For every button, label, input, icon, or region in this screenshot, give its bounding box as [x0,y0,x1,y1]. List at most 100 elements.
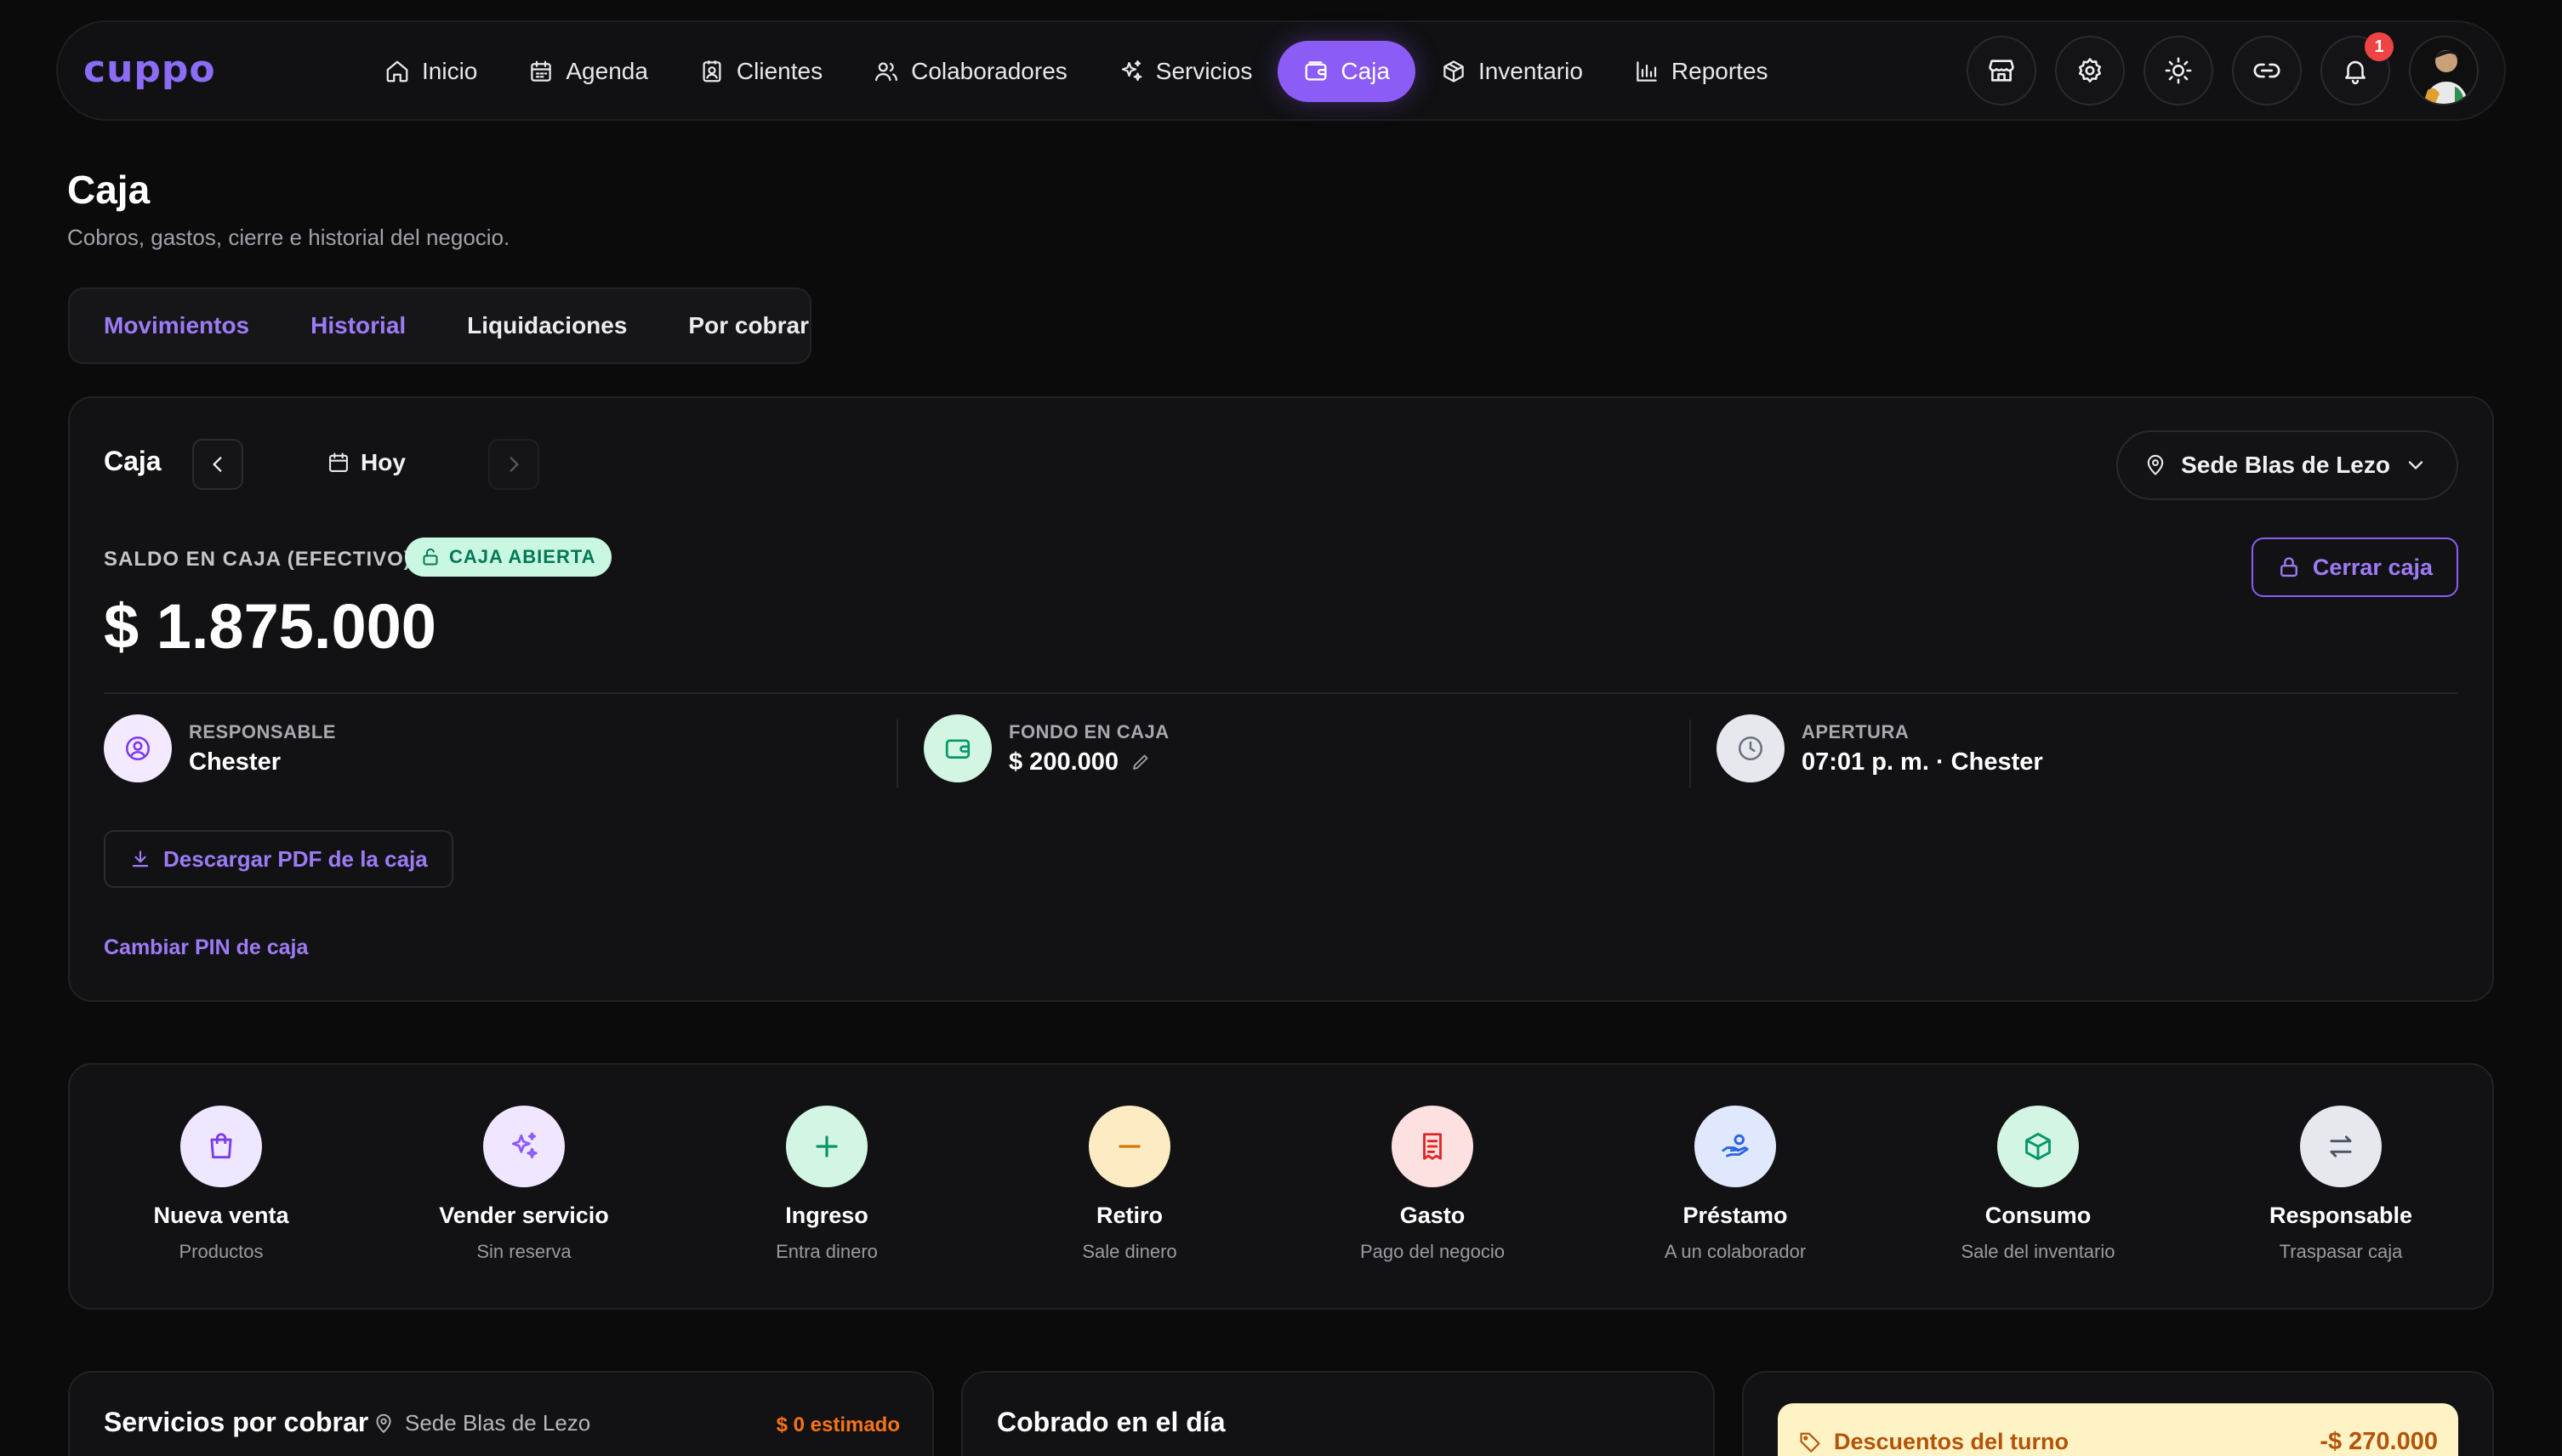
brand-logo[interactable]: cuppo [83,48,216,91]
lock-icon [2277,555,2301,579]
sede-label: Sede Blas de Lezo [2181,452,2390,478]
nav-item-inventario[interactable]: Inventario [1415,41,1608,102]
download-pdf-button[interactable]: Descargar PDF de la caja [104,830,453,888]
apertura-value: 07:01 p. m. · Chester [1802,748,2043,776]
nav-item-reportes[interactable]: Reportes [1608,41,1794,102]
nav-item-label: Reportes [1671,58,1768,84]
plus-icon [786,1106,868,1187]
tab-historial[interactable]: Historial [280,312,436,339]
fondo-info: FONDO EN CAJA $ 200.000 [924,714,1170,782]
date-selector[interactable]: Hoy [327,449,406,476]
action-subtitle: Sin reserva [476,1241,572,1262]
nav-item-colaboradores[interactable]: Colaboradores [848,41,1093,102]
caja-tabs: Movimientos Historial Liquidaciones Por … [68,287,811,364]
action-ingreso[interactable]: Ingreso Entra dinero [675,1065,978,1308]
bell-icon [2341,56,2370,85]
bar-chart-icon [1634,59,1660,84]
action-gasto[interactable]: Gasto Pago del negocio [1281,1065,1584,1308]
nav-item-inicio[interactable]: Inicio [359,41,503,102]
action-title: Préstamo [1682,1203,1788,1228]
store-button[interactable] [1967,36,2036,105]
action-subtitle: Pago del negocio [1359,1241,1506,1262]
caja-status-badge: CAJA ABIERTA [405,537,612,577]
download-pdf-label: Descargar PDF de la caja [163,845,428,872]
top-navbar: cuppo Inicio Agenda Clientes Colaborador… [56,20,2506,121]
action-vender-servicio[interactable]: Vender servicio Sin reserva [373,1065,675,1308]
contact-icon [699,59,725,84]
action-title: Retiro [1096,1203,1163,1228]
apertura-label: APERTURA [1802,720,1910,742]
link-button[interactable] [2232,36,2302,105]
nav-item-servicios[interactable]: Servicios [1093,41,1278,102]
nav-item-agenda[interactable]: Agenda [503,41,674,102]
action-subtitle: Traspasar caja [2279,1241,2403,1262]
nav-item-clientes[interactable]: Clientes [674,41,848,102]
gear-icon [2075,56,2104,85]
responsable-info: RESPONSABLE Chester [104,714,336,782]
action-title: Nueva venta [153,1203,289,1228]
main-nav: Inicio Agenda Clientes Colaboradores Ser… [359,41,1794,102]
user-avatar[interactable] [2409,36,2479,105]
pencil-icon[interactable] [1130,752,1151,772]
nav-item-label: Clientes [736,58,823,84]
tag-icon [1798,1430,1822,1453]
action-responsable[interactable]: Responsable Traspasar caja [2189,1065,2492,1308]
chevron-right-icon [503,453,525,475]
change-pin-link[interactable]: Cambiar PIN de caja [104,936,308,960]
previous-day-button[interactable] [192,439,243,490]
map-pin-icon [2144,453,2167,477]
action-subtitle: Entra dinero [776,1241,878,1262]
nav-item-label: Colaboradores [911,58,1068,84]
hand-coins-icon [1694,1106,1776,1187]
cobrado-title: Cobrado en el día [997,1407,1226,1437]
nav-item-label: Inicio [422,58,478,84]
servicios-sede-label: Sede Blas de Lezo [405,1410,591,1436]
descuentos-card: Descuentos del turno -$ 270.000 [1742,1371,2494,1456]
calendar-icon [528,59,554,84]
minus-icon [1089,1106,1170,1187]
user-circle-icon [104,714,172,782]
tab-liquidaciones[interactable]: Liquidaciones [436,312,658,339]
action-consumo[interactable]: Consumo Sale del inventario [1887,1065,2189,1308]
cerrar-caja-button[interactable]: Cerrar caja [2251,537,2458,597]
nav-item-caja[interactable]: Caja [1278,41,1415,102]
download-icon [129,848,151,870]
nav-item-label: Inventario [1477,58,1583,84]
saldo-amount: $ 1.875.000 [104,591,436,662]
action-retiro[interactable]: Retiro Sale dinero [978,1065,1281,1308]
descuentos-value: -$ 270.000 [2320,1427,2438,1455]
next-day-button[interactable] [488,439,539,490]
store-icon [1987,56,2016,85]
descuentos-label: Descuentos del turno [1834,1428,2070,1454]
settings-button[interactable] [2055,36,2125,105]
action-subtitle: A un colaborador [1664,1241,1807,1262]
apertura-info: APERTURA 07:01 p. m. · Chester [1717,714,2043,782]
tab-por-cobrar[interactable]: Por cobrar [658,312,840,339]
date-label: Hoy [361,449,406,475]
caja-summary-card: Caja Hoy Sede Blas de Lezo SALDO EN CAJA… [68,396,2494,1002]
receipt-icon [1392,1106,1473,1187]
action-title: Responsable [2269,1203,2413,1228]
action-title: Vender servicio [439,1203,609,1228]
cerrar-caja-label: Cerrar caja [2312,554,2433,580]
chevron-left-icon [207,453,229,475]
tab-movimientos[interactable]: Movimientos [104,312,280,339]
box-icon [1441,59,1466,84]
notifications-button[interactable]: 1 [2320,32,2394,105]
chevron-down-icon [2404,453,2428,477]
action-subtitle: Sale dinero [1082,1241,1177,1262]
notification-count-badge: 1 [2365,32,2394,61]
action-subtitle: Productos [179,1241,264,1262]
servicios-estimado: $ 0 estimado [776,1413,900,1436]
sede-select[interactable]: Sede Blas de Lezo [2116,430,2458,500]
descuentos-box: Descuentos del turno -$ 270.000 [1778,1403,2458,1456]
shopping-bag-icon [180,1106,262,1187]
action-nueva-venta[interactable]: Nueva venta Productos [70,1065,373,1308]
responsable-value: Chester [189,748,281,776]
action-prestamo[interactable]: Préstamo A un colaborador [1584,1065,1887,1308]
action-title: Consumo [1984,1203,2092,1228]
nav-item-label: Agenda [566,58,648,84]
fondo-label: FONDO EN CAJA [1009,720,1170,742]
servicios-por-cobrar-card: Servicios por cobrar Sede Blas de Lezo $… [68,1371,934,1456]
theme-toggle-button[interactable] [2144,36,2213,105]
